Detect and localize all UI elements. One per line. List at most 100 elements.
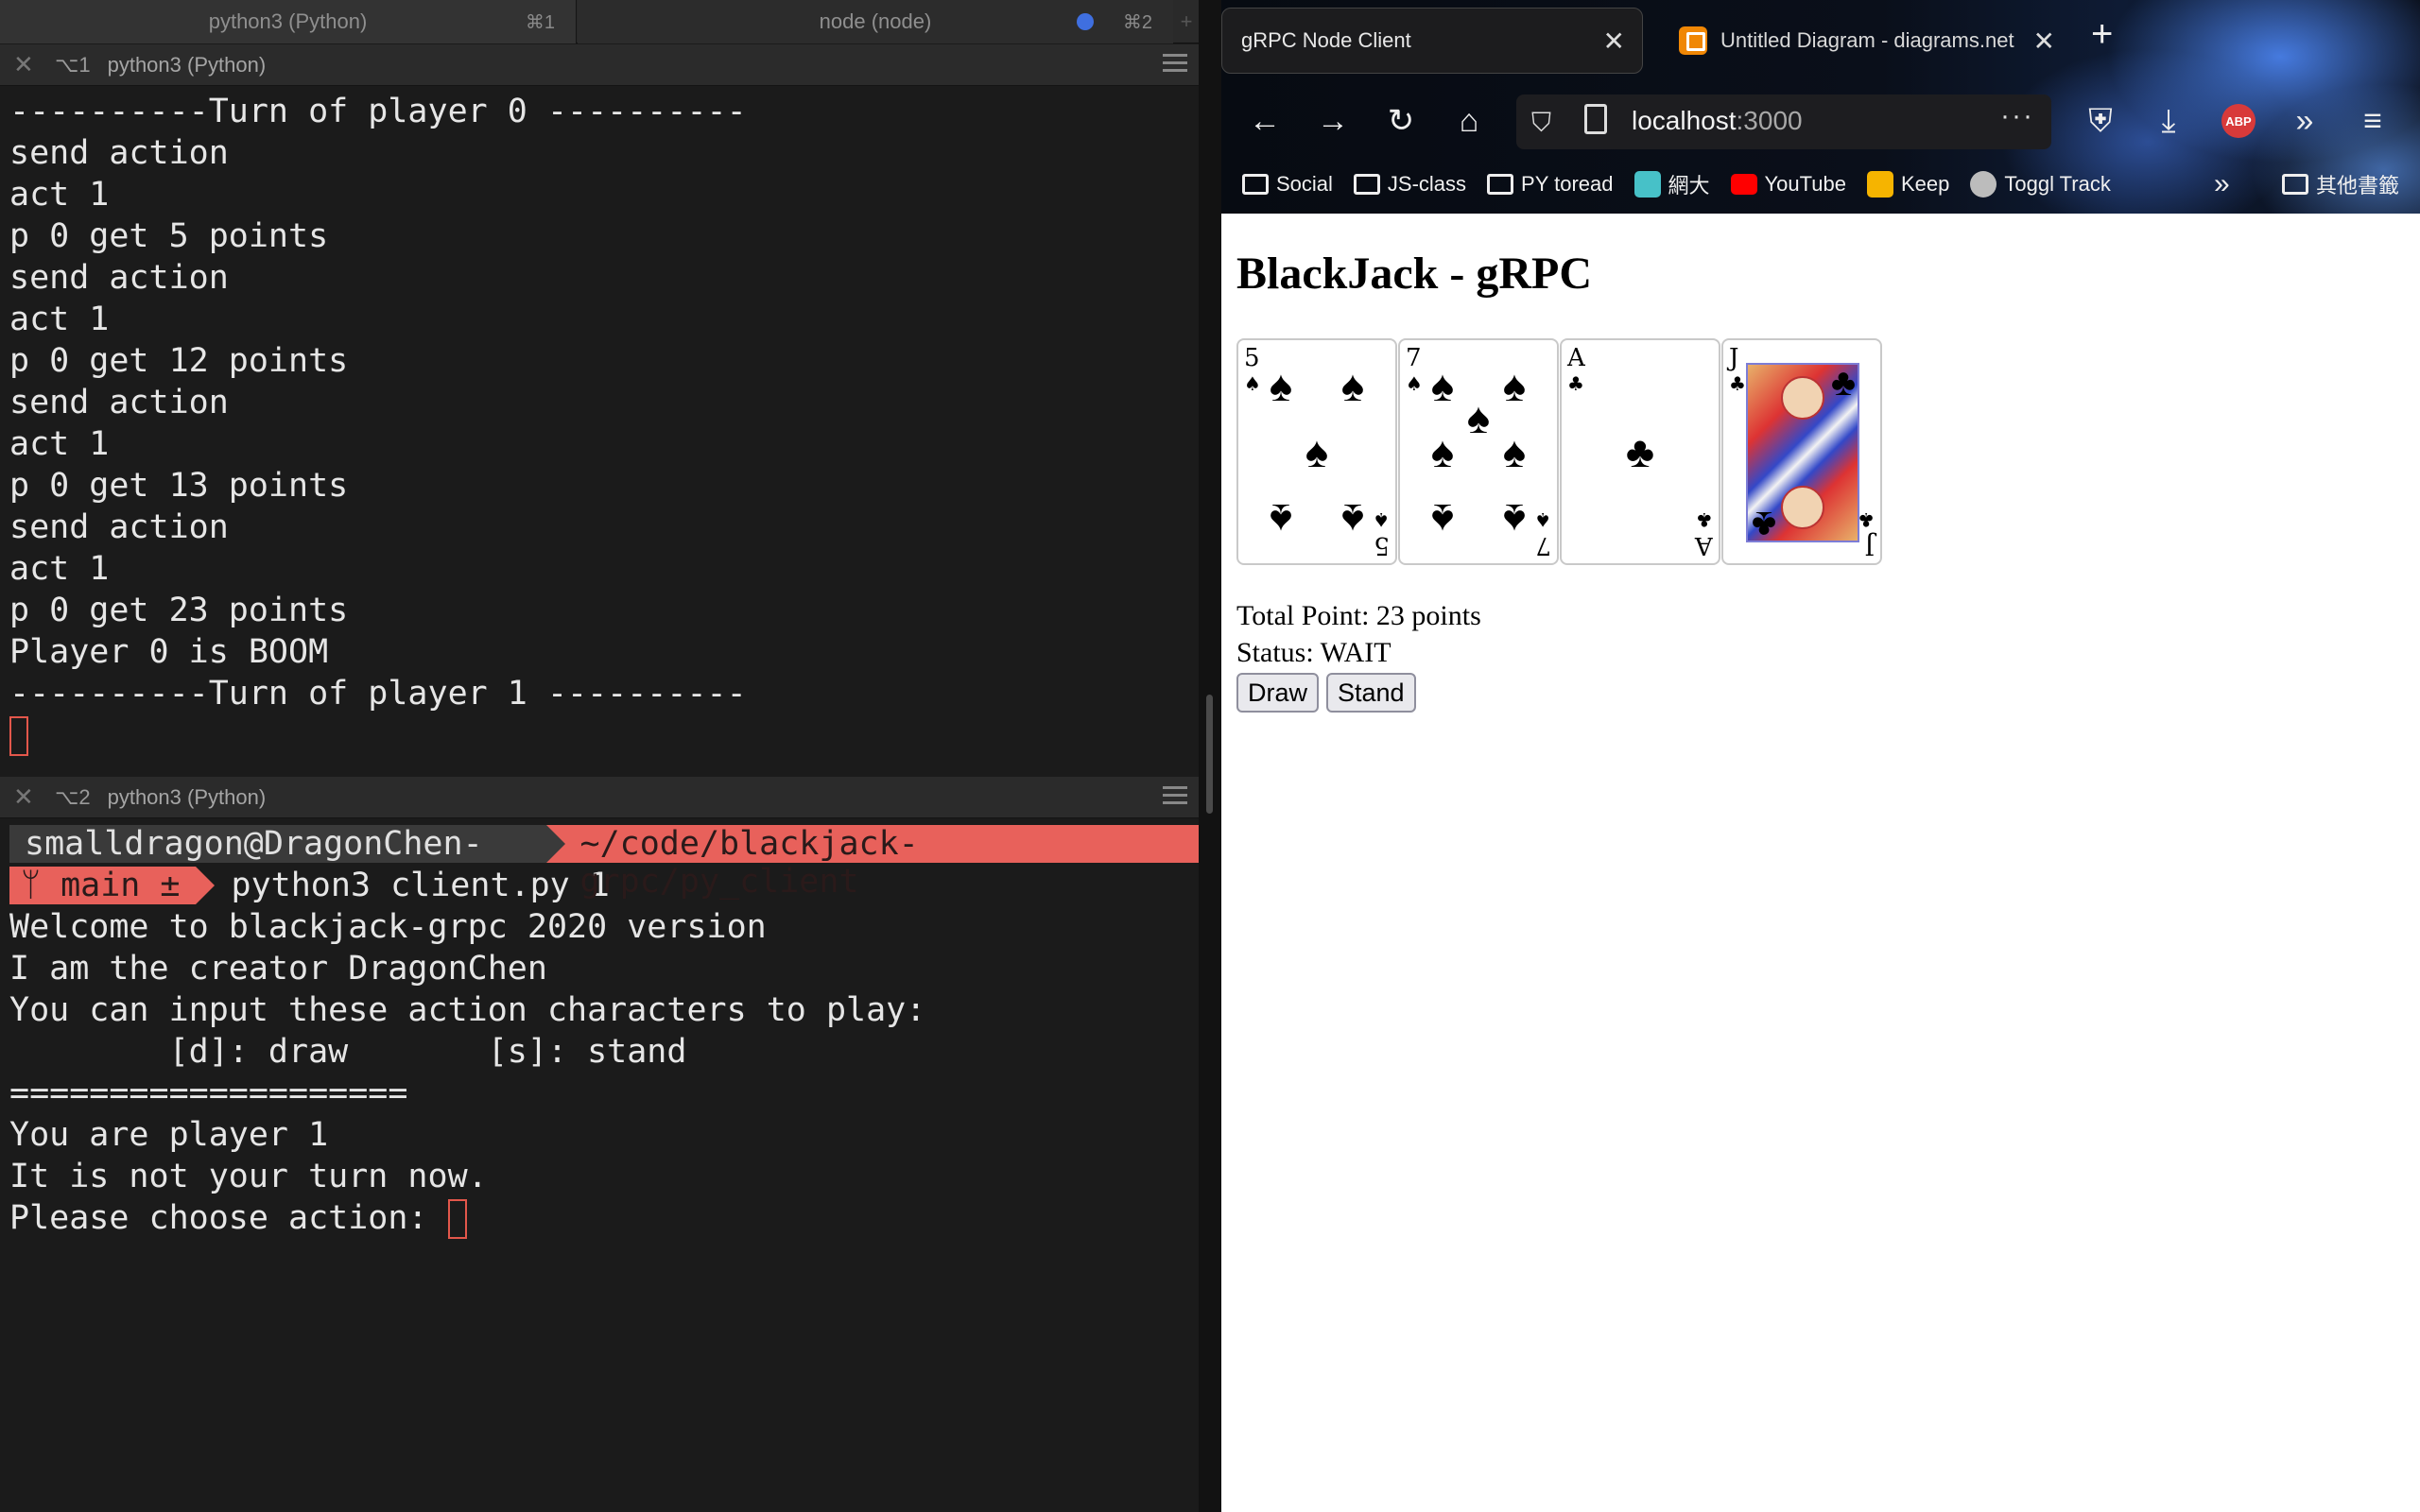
draw-button[interactable]: Draw [1236,673,1320,713]
terminal-output-line: ----------Turn of player 0 ---------- [9,93,747,130]
spade-icon: ♠ [1502,495,1527,543]
terminal-output-line: send action [9,508,229,546]
close-pane-icon[interactable]: ✕ [13,782,36,812]
tab-grpc-node-client[interactable]: gRPC Node Client ✕ [1221,8,1643,74]
game-info: Total Point: 23 points Status: WAIT [1236,597,2409,671]
terminal-pane-1-output[interactable]: ----------Turn of player 0 ---------- sen… [0,91,1199,773]
spade-icon: ♠ [1340,362,1365,410]
bookmarks-overflow-icon[interactable]: » [2214,168,2230,200]
bookmark-js-class[interactable]: JS-class [1353,172,1466,197]
pane-title: python3 (Python) [107,784,267,809]
terminal-output-line: act 1 [9,550,110,588]
card-hand: 5♠ ♠ ♠ ♠ ♠ ♠ 5♠ 7♠ ♠ ♠ ♠ ♠ ♠ ♠ ♠ 7♠ [1236,338,2409,565]
input-prompt: Please choose action: [9,1199,448,1237]
close-pane-icon[interactable]: ✕ [13,50,36,79]
folder-icon [1487,174,1514,195]
shell-command: python3 client.py 1 [231,867,610,904]
terminal-output-line: You are player 1 [9,1116,329,1154]
terminal-output-line: It is not your turn now. [9,1158,488,1195]
new-tab-button[interactable]: + [2091,13,2113,56]
spade-icon: ♠ [1430,495,1455,543]
terminal-tab-python[interactable]: python3 (Python) ⌘1 [0,0,577,43]
home-icon[interactable]: ⌂ [1448,100,1490,142]
terminal-output-line: Welcome to blackjack-grpc 2020 version [9,908,767,946]
bookmark-toggl[interactable]: Toggl Track [1970,171,2111,198]
spade-icon: ♠ [1305,428,1329,476]
bookmark-youtube[interactable]: YouTube [1730,172,1846,197]
stand-button[interactable]: Stand [1326,673,1416,713]
action-input-line[interactable]: Please choose action: [9,1197,1199,1239]
terminal-output-line: act 1 [9,301,110,338]
terminal-output-line: act 1 [9,176,110,214]
terminal-pane-2-output[interactable]: smalldragon@DragonChen-MBP ~/code/blackj… [0,823,1199,1512]
terminal-output-line: p 0 get 5 points [9,217,329,255]
forward-arrow-icon[interactable]: → [1312,100,1354,142]
close-tab-icon[interactable]: ✕ [2033,26,2055,57]
folder-icon [2281,174,2308,195]
pocket-icon[interactable]: ⛨ [2080,100,2121,142]
text-cursor [447,1199,467,1239]
terminal-output-line: ----------Turn of player 1 ---------- [9,675,747,713]
terminal-output-line: send action [9,134,229,172]
bookmark-keep[interactable]: Keep [1866,171,1949,198]
tab-shortcut: ⌘2 [1122,11,1152,33]
scrollbar-thumb[interactable] [1206,695,1213,814]
spade-icon: ♠ [1269,362,1293,410]
address-bar[interactable]: ⛉ localhost:3000 ··· [1516,94,2051,149]
navigation-toolbar: ← → ↻ ⌂ ⛉ localhost:3000 ··· ⛨ ⤓ ABP » ≡ [1221,91,2420,151]
terminal-output-line: Player 0 is BOOM [9,633,329,671]
terminal-window: python3 (Python) ⌘1 node (node) ⌘2 + ✕ ⌥… [0,0,1199,1512]
text-cursor [9,716,28,756]
tracking-shield-icon[interactable]: ⛉ [1531,108,1551,139]
adblock-plus-icon[interactable]: ABP [2221,104,2256,138]
terminal-output-line: [d]: draw [s]: stand [9,1033,687,1071]
extensions-overflow-icon[interactable]: » [2284,100,2325,142]
page-info-icon[interactable] [1584,104,1607,134]
hamburger-menu-icon[interactable]: ≡ [2352,100,2394,142]
download-icon[interactable]: ⤓ [2148,100,2189,142]
shell-prompt: smalldragon@DragonChen-MBP ~/code/blackj… [9,823,1199,901]
card-5-spades: 5 ♠ ♠ ♠ ♠ ♠ ♠ 5 ♠ [1236,338,1397,565]
pane-shortcut: ⌥1 [55,52,91,77]
pane-menu-icon[interactable] [1163,54,1187,75]
pane-menu-icon[interactable] [1163,786,1187,807]
spade-icon: ♠ [1269,495,1293,543]
terminal-output-line: You can input these action characters to… [9,991,926,1029]
prompt-separator-icon [545,825,565,863]
prompt-user: smalldragon@DragonChen-MBP [9,825,546,901]
activity-dot-icon [1077,13,1094,30]
card-ace-clubs: A ♣ ♣ A ♣ [1560,338,1720,565]
web-page-content: BlackJack - gRPC 5 ♠ ♠ ♠ ♠ ♠ ♠ 5 ♠ 7 ♠ ♠ ♠ … [1236,214,2409,713]
m-icon [1634,171,1661,198]
new-terminal-tab-button[interactable]: + [1174,0,1199,43]
bookmark-py-toread[interactable]: PY toread [1487,172,1614,197]
page-actions-icon[interactable]: ··· [2000,100,2034,132]
url-text[interactable]: localhost:3000 [1632,106,1803,136]
pane-header-1: ✕ ⌥1 python3 (Python) [0,44,1199,86]
browser-chrome: gRPC Node Client ✕ Untitled Diagram - di… [1221,0,2420,214]
terminal-tab-node[interactable]: node (node) ⌘2 [578,0,1173,43]
card-7-spades: 7 ♠ ♠ ♠ ♠ ♠ ♠ ♠ ♠ 7 ♠ [1398,338,1559,565]
bookmark-social[interactable]: Social [1242,172,1333,197]
bookmark-other[interactable]: 其他書籤 [2281,169,2399,199]
terminal-output-line: p 0 get 13 points [9,467,349,505]
back-arrow-icon[interactable]: ← [1244,100,1286,142]
spade-icon: ♠ [1430,428,1455,476]
reload-icon[interactable]: ↻ [1380,100,1422,142]
close-tab-icon[interactable]: ✕ [1603,26,1625,57]
cursor-line [9,714,1199,756]
browser-window: gRPC Node Client ✕ Untitled Diagram - di… [1221,0,2420,1512]
terminal-output-line: ==================== [9,1074,408,1112]
tab-shortcut: ⌘1 [525,11,555,33]
terminal-output-line: send action [9,384,229,421]
prompt-git-branch: ᛘ main ± [9,867,196,904]
action-buttons: Draw Stand [1236,673,2409,713]
tab-diagrams[interactable]: Untitled Diagram - diagrams.net ✕ [1666,8,2063,74]
bookmark-wangda[interactable]: 網大 [1634,169,1710,199]
club-icon: ♣ [1751,504,1777,546]
folder-icon [1242,174,1269,195]
terminal-output-line: send action [9,259,229,297]
youtube-icon [1730,174,1757,195]
total-point-text: Total Point: 23 points [1236,600,1481,631]
prompt-separator-icon [195,867,215,904]
